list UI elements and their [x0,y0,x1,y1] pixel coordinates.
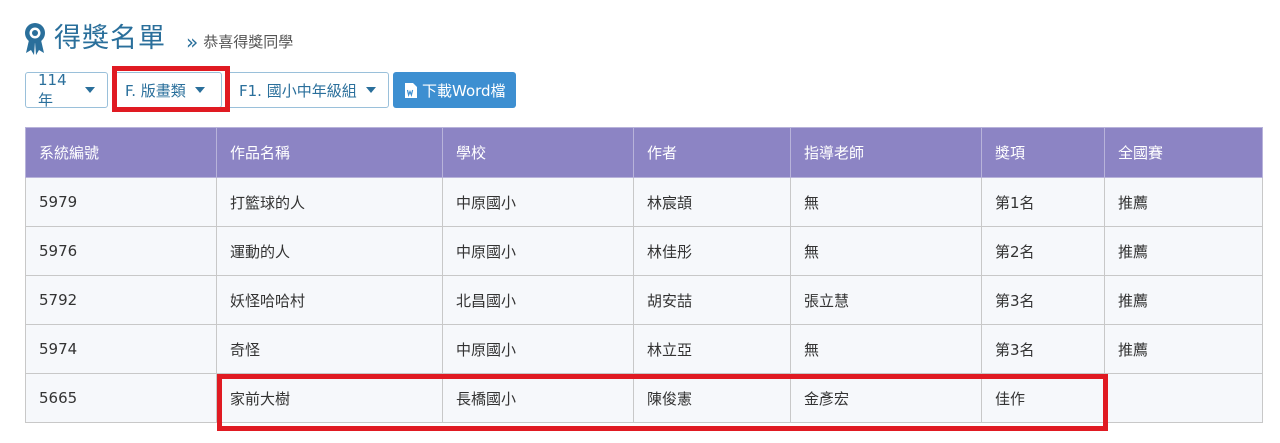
column-header-work: 作品名稱 [216,127,443,178]
cell-award: 第2名 [981,226,1105,276]
filter-toolbar: 114年 F. 版畫類 F1. 國小中年級組 下載Word檔 [25,70,516,109]
cell-school: 中原國小 [442,226,634,276]
cell-school: 中原國小 [442,177,634,227]
cell-award: 第1名 [981,177,1105,227]
cell-author: 林立亞 [633,324,791,374]
table-header-row: 系統編號 作品名稱 學校 作者 指導老師 獎項 全國賽 [25,127,1263,178]
highlight-box-row [217,374,1108,431]
cell-id: 5974 [25,324,217,374]
column-header-author: 作者 [633,127,791,178]
cell-school: 中原國小 [442,324,634,374]
cell-teacher: 張立慧 [790,275,982,325]
group-dropdown[interactable]: F1. 國小中年級組 [226,72,389,108]
cell-school: 北昌國小 [442,275,634,325]
double-chevron-icon: » [186,30,199,54]
cell-author: 胡安喆 [633,275,791,325]
table-row: 5976 運動的人 中原國小 林佳彤 無 第2名 推薦 [25,226,1263,276]
cell-id: 5976 [25,226,217,276]
word-file-icon [405,82,417,98]
cell-teacher: 無 [790,324,982,374]
page-title: 得獎名單 [54,23,166,54]
column-header-national: 全國賽 [1104,127,1263,178]
column-header-id: 系統編號 [25,127,217,178]
column-header-teacher: 指導老師 [790,127,982,178]
page-header: 得獎名單 » 恭喜得獎同學 [24,22,293,56]
table-row: 5792 妖怪哈哈村 北昌國小 胡安喆 張立慧 第3名 推薦 [25,275,1263,325]
cell-teacher: 無 [790,226,982,276]
cell-national: 推薦 [1104,226,1263,276]
column-header-award: 獎項 [981,127,1105,178]
subtitle-text: 恭喜得獎同學 [203,33,294,51]
award-ribbon-icon [25,23,45,55]
year-dropdown[interactable]: 114年 [25,70,108,109]
cell-national: 推薦 [1104,275,1263,325]
caret-down-icon [85,87,95,93]
year-dropdown-label: 114年 [38,70,67,109]
cell-work: 打籃球的人 [216,177,443,227]
cell-author: 林佳彤 [633,226,791,276]
column-header-school: 學校 [442,127,634,178]
download-word-button[interactable]: 下載Word檔 [393,72,516,108]
cell-national [1104,373,1263,423]
cell-id: 5665 [25,373,217,423]
subtitle: » 恭喜得獎同學 [186,31,293,56]
cell-work: 妖怪哈哈村 [216,275,443,325]
cell-id: 5979 [25,177,217,227]
cell-id: 5792 [25,275,217,325]
cell-national: 推薦 [1104,177,1263,227]
table-row: 5974 奇怪 中原國小 林立亞 無 第3名 推薦 [25,324,1263,374]
cell-teacher: 無 [790,177,982,227]
cell-award: 第3名 [981,324,1105,374]
cell-award: 第3名 [981,275,1105,325]
highlight-box-category [112,66,230,112]
cell-author: 林宸頡 [633,177,791,227]
cell-work: 奇怪 [216,324,443,374]
download-word-label: 下載Word檔 [422,81,506,100]
table-row: 5979 打籃球的人 中原國小 林宸頡 無 第1名 推薦 [25,177,1263,227]
group-dropdown-label: F1. 國小中年級組 [239,81,357,100]
cell-work: 運動的人 [216,226,443,276]
cell-national: 推薦 [1104,324,1263,374]
caret-down-icon [365,87,376,93]
